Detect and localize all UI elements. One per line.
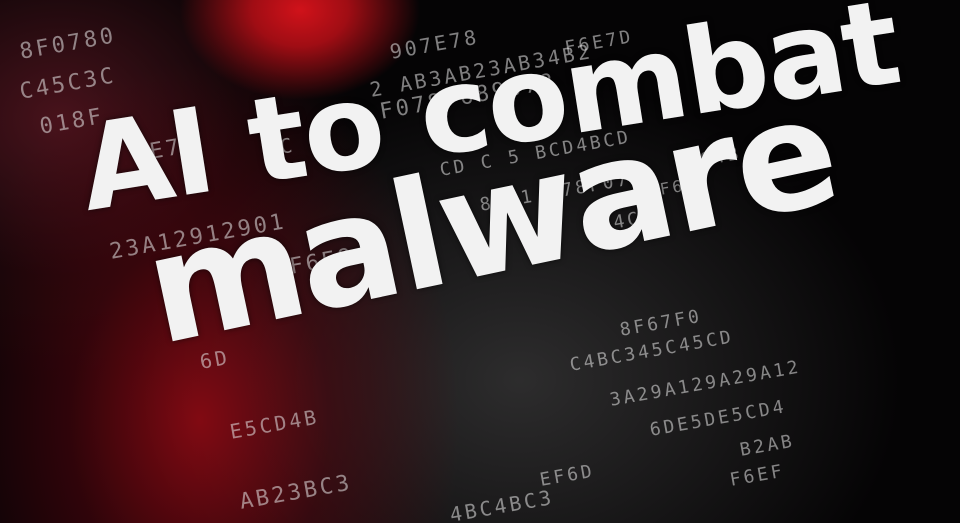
hero-image: 8F0780 907E78 F6E7D C45C3C 2 AB3AB23AB34B2 01… bbox=[0, 0, 960, 523]
code-fragment: 4BC4BC3 bbox=[447, 484, 556, 523]
code-fragment: B2AB bbox=[738, 430, 797, 461]
code-fragment: E5CD4B bbox=[227, 404, 321, 444]
code-fragment: F6EF bbox=[728, 460, 787, 491]
code-fragment: 8F0780 bbox=[17, 23, 119, 65]
code-fragment: AB23BC3 bbox=[237, 470, 355, 515]
